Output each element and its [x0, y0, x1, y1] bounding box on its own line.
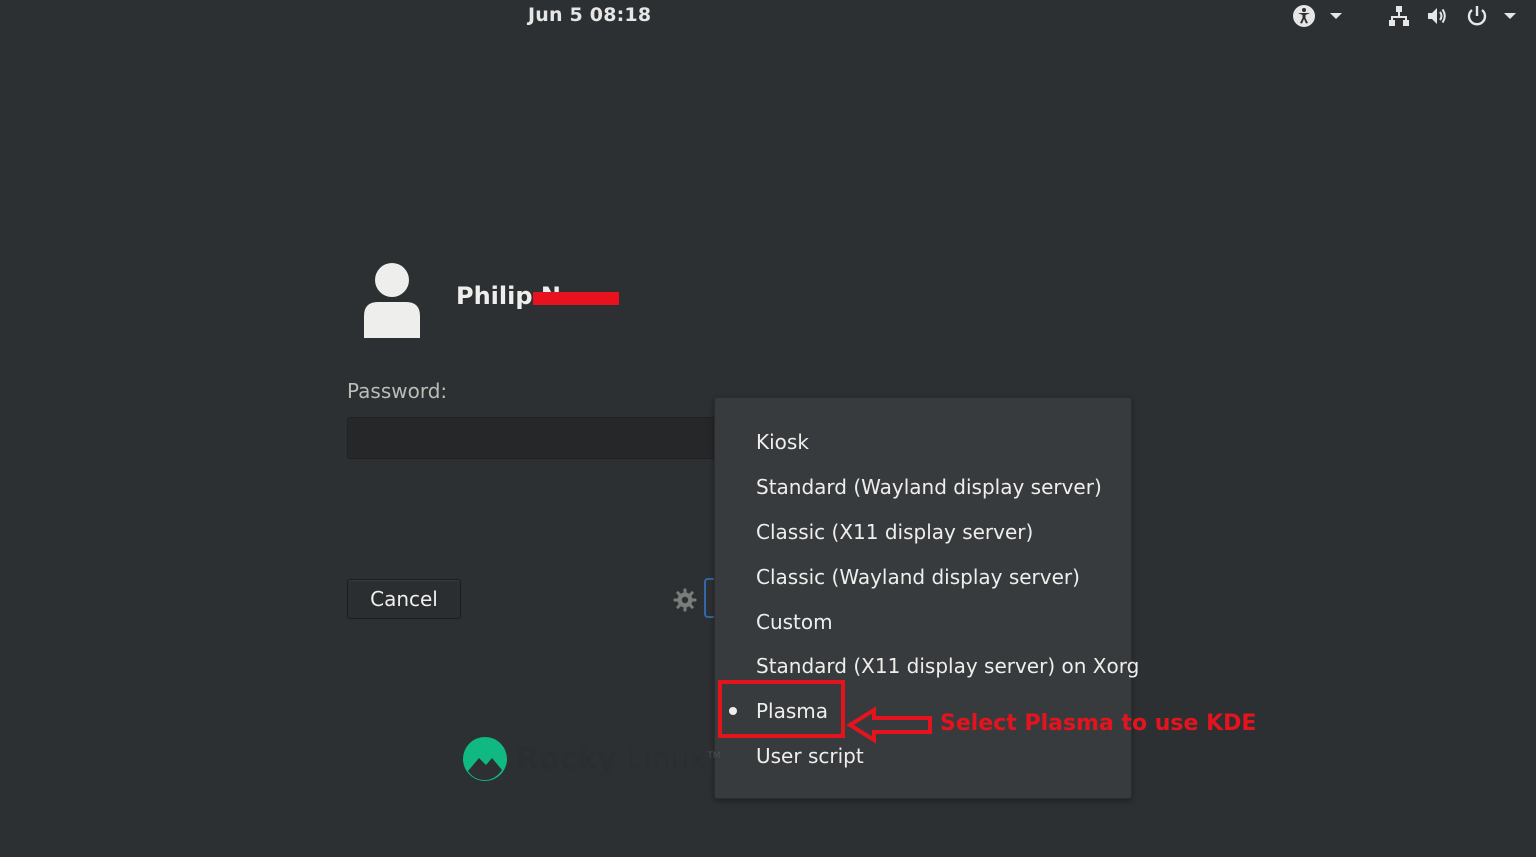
- annotation-arrow-icon: [846, 706, 936, 744]
- network-icon[interactable]: [1386, 4, 1412, 28]
- logo-word-linux: Linux: [626, 741, 708, 777]
- user-avatar-icon: [360, 262, 424, 340]
- gear-icon[interactable]: [670, 585, 700, 615]
- chevron-down-icon[interactable]: [1323, 4, 1349, 28]
- accessibility-icon[interactable]: [1291, 4, 1317, 28]
- password-label: Password:: [347, 379, 448, 403]
- annotation-highlight-box: [718, 680, 845, 738]
- top-bar: Jun 5 08:18: [0, 0, 1536, 32]
- annotation-text: Select Plasma to use KDE: [940, 711, 1257, 736]
- power-icon[interactable]: [1464, 4, 1490, 28]
- clock[interactable]: Jun 5 08:18: [528, 4, 651, 26]
- session-item-classic-wayland[interactable]: Classic (Wayland display server): [756, 557, 1080, 597]
- password-input[interactable]: [347, 417, 737, 459]
- session-item-kiosk[interactable]: Kiosk: [756, 422, 809, 462]
- session-item-classic-x11[interactable]: Classic (X11 display server): [756, 512, 1033, 552]
- rocky-linux-logo: Rocky LinuxTM: [462, 735, 721, 783]
- logo-wordmark: Rocky LinuxTM: [516, 742, 721, 777]
- logo-word-rocky: Rocky: [516, 741, 618, 777]
- volume-icon[interactable]: [1424, 4, 1450, 28]
- logo-trademark: TM: [707, 750, 721, 761]
- session-item-standard-wayland[interactable]: Standard (Wayland display server): [756, 467, 1102, 507]
- login-screen: Jun 5 08:18 Philip N Password: Cancel Ki…: [0, 0, 1536, 857]
- cancel-button[interactable]: Cancel: [347, 579, 461, 619]
- chevron-down-icon[interactable]: [1497, 4, 1523, 28]
- redaction-mark: [533, 292, 619, 305]
- session-item-custom[interactable]: Custom: [756, 602, 833, 642]
- rocky-logo-icon: [463, 737, 507, 781]
